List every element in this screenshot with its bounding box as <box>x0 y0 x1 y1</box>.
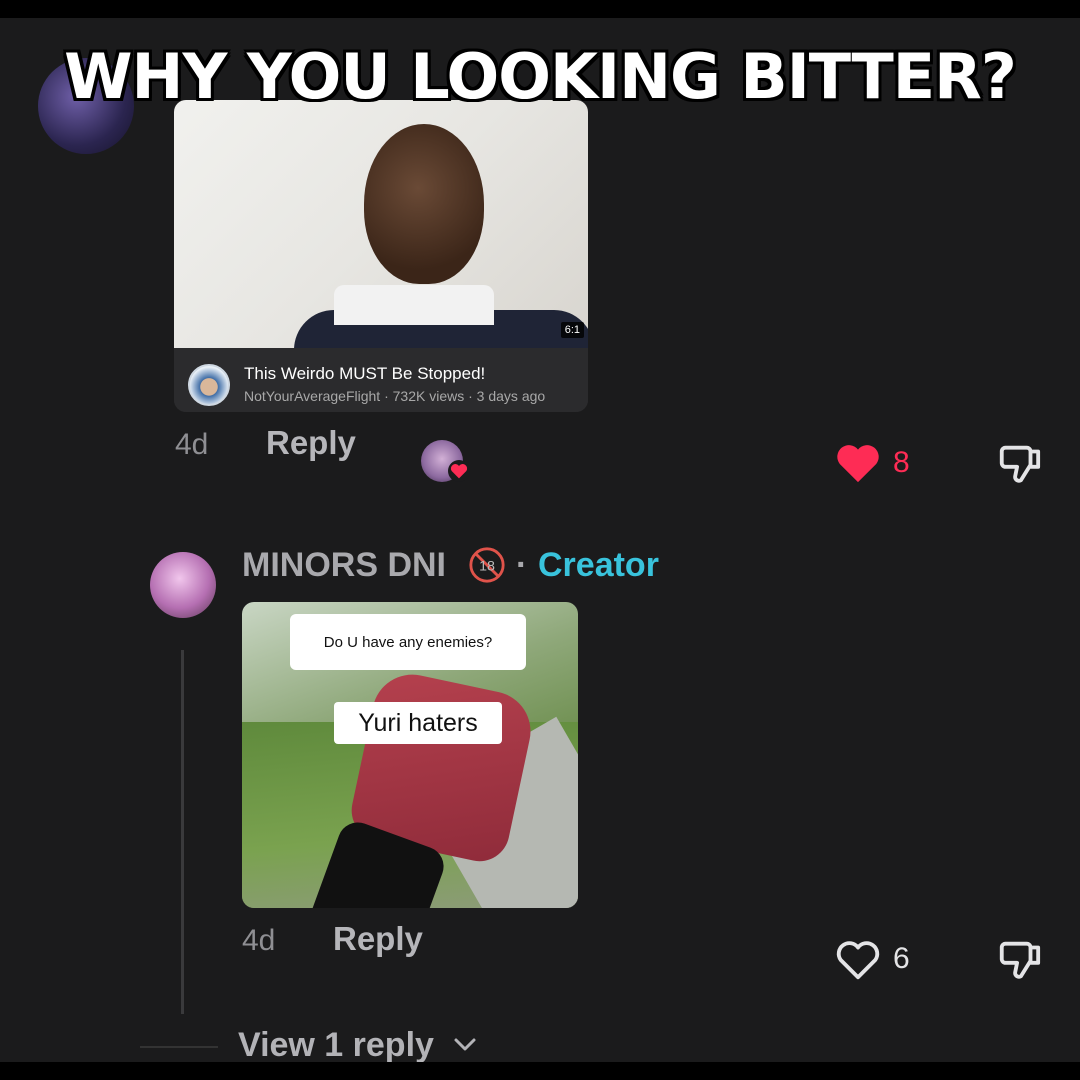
gif-attachment-card[interactable]: Do U have any enemies? Yuri haters <box>242 602 578 908</box>
heart-outline-icon[interactable] <box>835 938 881 982</box>
video-title: This Weirdo MUST Be Stopped! <box>244 364 486 383</box>
comment-age: 4d <box>175 428 209 461</box>
name-separator: · <box>516 546 528 584</box>
comment-age: 4d <box>242 924 276 957</box>
age-badge-text: 18 <box>479 559 495 575</box>
thread-line <box>181 650 184 1014</box>
creator-heart-badge-icon <box>448 460 470 482</box>
meme-caption: WHY YOU LOOKING BITTER? <box>64 40 1017 113</box>
thumbnail-head-shape <box>364 124 484 284</box>
thumbnail-collar-shape <box>334 285 494 325</box>
video-duration: 6:1 <box>560 322 584 338</box>
dislike-icon[interactable] <box>996 440 1042 486</box>
video-thumbnail[interactable]: 6:1 <box>174 100 588 348</box>
creator-tag: Creator <box>538 546 659 584</box>
gif-answer-box: Yuri haters <box>334 702 502 744</box>
username[interactable]: MINORS DNI <box>242 546 446 585</box>
gif-question-box: Do U have any enemies? <box>290 614 526 670</box>
video-info: This Weirdo MUST Be Stopped! NotYourAver… <box>174 348 588 412</box>
like-count: 6 <box>893 942 910 975</box>
reply-button[interactable]: Reply <box>333 920 423 958</box>
dislike-icon[interactable] <box>996 936 1042 982</box>
video-meta: NotYourAverageFlight · 732K views · 3 da… <box>244 388 546 404</box>
age-18-badge-icon: 18 <box>469 547 505 583</box>
like-count: 8 <box>893 446 910 479</box>
video-attachment-card[interactable]: 6:1 This Weirdo MUST Be Stopped! NotYour… <box>174 100 588 412</box>
creator-avatar[interactable] <box>150 552 216 618</box>
comment-thread-screen: 6:1 This Weirdo MUST Be Stopped! NotYour… <box>0 18 1080 1062</box>
view-replies-divider <box>140 1046 218 1048</box>
chevron-down-icon[interactable] <box>452 1036 478 1054</box>
channel-avatar[interactable] <box>188 364 230 406</box>
reply-button[interactable]: Reply <box>266 424 356 462</box>
view-replies-button[interactable]: View 1 reply <box>238 1026 434 1062</box>
heart-icon[interactable] <box>835 441 881 485</box>
